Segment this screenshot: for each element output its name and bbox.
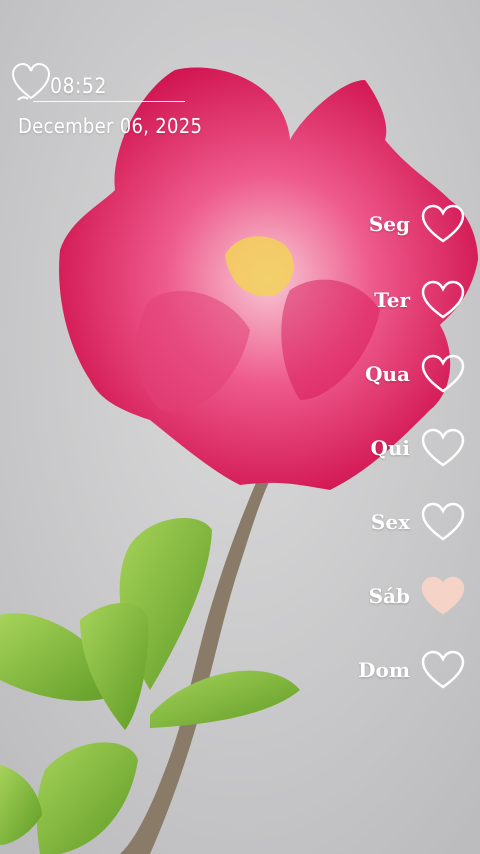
clock-time: 08:52 <box>50 74 107 98</box>
heart-icon <box>421 354 465 393</box>
day-row-qui[interactable]: Qui <box>370 426 466 470</box>
day-row-ter[interactable]: Ter <box>374 278 466 322</box>
heart-icon <box>421 650 465 689</box>
heart-icon <box>421 204 465 243</box>
day-label: Qui <box>370 436 410 460</box>
heart-icon <box>421 280 465 319</box>
heart-icon <box>421 502 465 541</box>
day-label: Seg <box>368 212 410 236</box>
day-label: Dom <box>358 658 410 682</box>
day-row-sex[interactable]: Sex <box>371 500 466 544</box>
day-row-sab[interactable]: Sáb <box>369 574 466 618</box>
clock-divider <box>33 101 185 102</box>
day-row-seg[interactable]: Seg <box>369 202 466 246</box>
day-label: Sex <box>370 510 410 534</box>
heart-outline-icon <box>11 62 51 101</box>
day-label: Qua <box>365 362 410 386</box>
day-label: Sáb <box>368 584 410 608</box>
heart-icon <box>421 428 465 467</box>
clock-date: December 06, 2025 <box>18 114 203 138</box>
day-row-qua[interactable]: Qua <box>365 352 466 396</box>
day-row-dom[interactable]: Dom <box>358 648 466 692</box>
day-label: Ter <box>374 288 410 312</box>
heart-filled-icon <box>421 576 465 615</box>
